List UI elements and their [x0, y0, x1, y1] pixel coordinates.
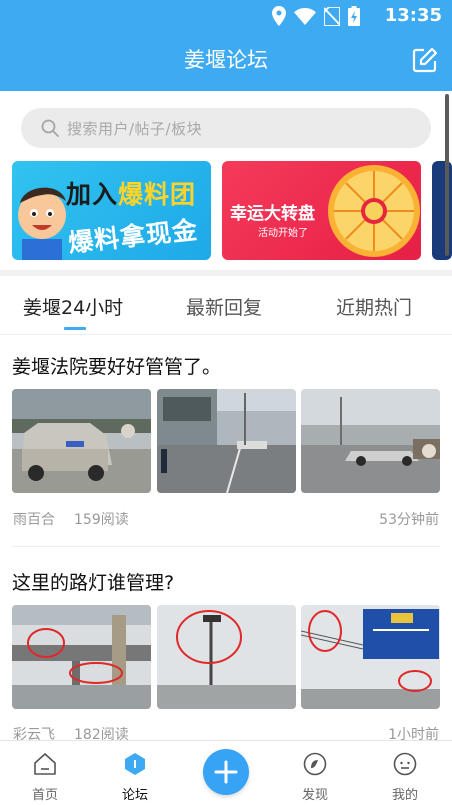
nav-mine-label: 我的 — [391, 788, 418, 803]
scrollbar[interactable] — [445, 94, 449, 256]
post-image[interactable] — [157, 389, 296, 493]
post-title[interactable]: 姜堰法院要好好管管了。 — [12, 352, 221, 379]
tab-divider — [0, 334, 452, 335]
nav-home-label: 首页 — [31, 788, 58, 803]
banner2-subtitle: 活动开始了 — [258, 228, 308, 239]
post-author[interactable]: 雨百合 — [13, 509, 55, 529]
home-icon — [34, 753, 56, 775]
post-image[interactable] — [12, 389, 151, 493]
tab-24-hours[interactable]: 姜堰24小时 — [23, 293, 123, 320]
status-icons — [272, 6, 360, 26]
cartoon-man-illustration — [18, 187, 66, 260]
intersection-photo — [301, 389, 440, 493]
status-time: 13:35 — [384, 5, 442, 26]
banner1-line2: 爆料拿现金 — [66, 215, 200, 258]
nav-mine[interactable]: 我的 — [360, 741, 450, 805]
plus-icon — [214, 760, 238, 784]
create-post-button[interactable] — [203, 749, 249, 795]
edit-post-button[interactable] — [412, 47, 438, 73]
tab-indicator — [64, 327, 86, 330]
search-icon — [41, 119, 59, 137]
prize-wheel-illustration — [328, 165, 420, 257]
banner-lucky-wheel[interactable]: 幸运大转盘 活动开始了 — [222, 161, 421, 260]
location-icon — [272, 6, 286, 26]
post-title[interactable]: 这里的路灯谁管理? — [12, 568, 174, 595]
post-divider — [12, 546, 440, 547]
no-sim-icon — [324, 6, 340, 26]
forum-icon — [125, 753, 145, 775]
nav-forum-label: 论坛 — [121, 788, 148, 803]
status-bar: 13:35 — [0, 0, 452, 32]
road-sign-photo — [301, 605, 440, 709]
wifi-icon — [294, 7, 316, 25]
nav-discover-label: 发现 — [301, 788, 328, 803]
top-bar: 13:35 姜堰论坛 — [0, 0, 452, 91]
nav-home[interactable]: 首页 — [0, 741, 90, 805]
nav-forum[interactable]: 论坛 — [90, 741, 180, 805]
post-image[interactable] — [301, 605, 440, 709]
banner-join-reporters[interactable]: 加入爆料团 爆料拿现金 — [12, 161, 211, 260]
discover-icon — [303, 752, 327, 776]
overpass-photo — [12, 605, 151, 709]
tab-recent-hot[interactable]: 近期热门 — [336, 293, 412, 320]
post-image[interactable] — [12, 605, 151, 709]
post-read-count: 159阅读 — [74, 512, 129, 528]
search-placeholder: 搜索用户/帖子/板块 — [67, 119, 203, 138]
tab-bar: 姜堰24小时 最新回复 近期热门 — [0, 276, 452, 334]
app-root: 13:35 姜堰论坛 搜索用户/帖子/板块 加入爆料团 爆料拿现金 幸运大转盘 … — [0, 0, 452, 805]
banner2-title: 幸运大转盘 — [230, 204, 315, 224]
page-title: 姜堰论坛 — [184, 48, 268, 72]
search-input[interactable]: 搜索用户/帖子/板块 — [21, 108, 431, 148]
car-photo — [12, 389, 151, 493]
post-image[interactable] — [157, 605, 296, 709]
post-image[interactable] — [301, 389, 440, 493]
battery-icon — [348, 6, 360, 26]
smiley-icon — [393, 752, 417, 776]
street-photo — [157, 389, 296, 493]
nav-discover[interactable]: 发现 — [270, 741, 360, 805]
banner-partial[interactable] — [432, 161, 452, 260]
post-time: 53分钟前 — [379, 512, 439, 528]
street-light-photo — [157, 605, 296, 709]
tab-latest-replies[interactable]: 最新回复 — [186, 293, 262, 320]
banner1-line1: 加入爆料团 — [66, 180, 197, 209]
